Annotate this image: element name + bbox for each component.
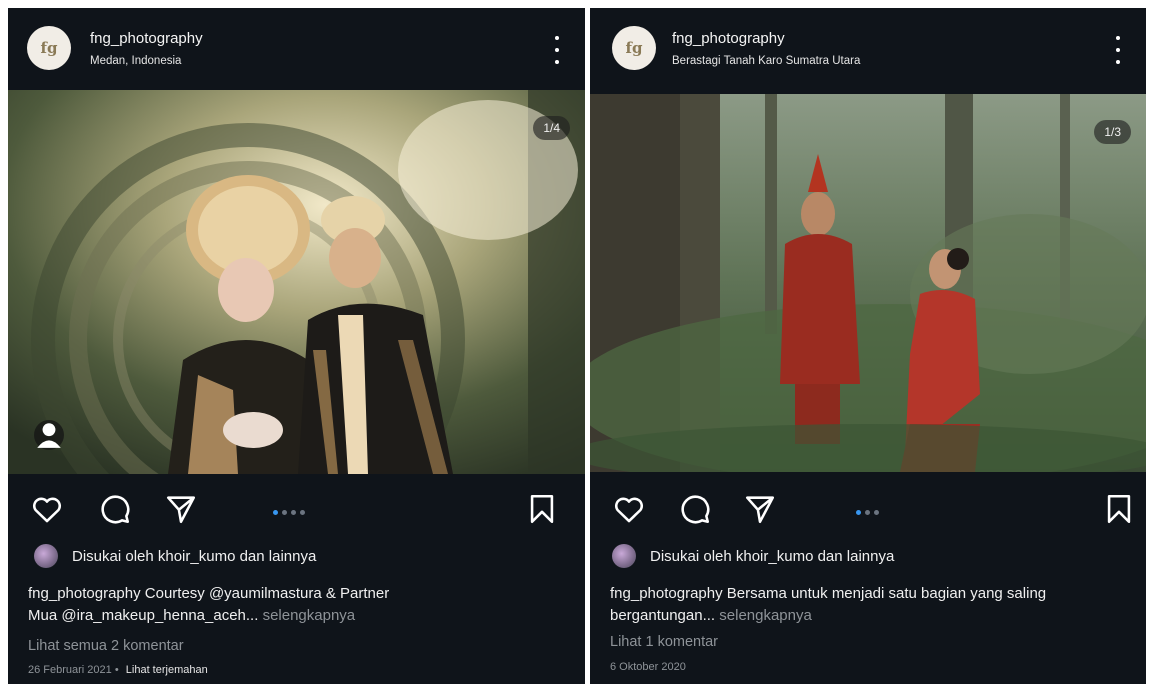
likes-text: Disukai oleh khoir_kumo dan lainnya <box>72 547 317 565</box>
profile-avatar[interactable]: fg <box>612 26 656 70</box>
translate-link[interactable]: Lihat terjemahan <box>126 664 208 676</box>
share-icon[interactable] <box>743 492 777 526</box>
caption-line: bergantungan... selengkapnya <box>610 605 1130 627</box>
caption-line: fng_photography Courtesy @yaumilmastura … <box>28 585 390 602</box>
action-bar <box>8 486 585 530</box>
carousel-dots <box>856 510 879 515</box>
liker-avatar <box>612 544 636 568</box>
caption-text: bergantungan... <box>610 607 716 624</box>
post-caption: fng_photography Courtesy @yaumilmastura … <box>28 583 569 627</box>
caption-text: Mua @ira_makeup_henna_aceh... <box>28 607 259 624</box>
likes-text: Disukai oleh khoir_kumo dan lainnya <box>650 547 895 565</box>
location-link[interactable]: Medan, Indonesia <box>90 54 203 68</box>
post-photo[interactable]: 1/4 <box>8 90 585 474</box>
post-card-1: fg fng_photography Medan, Indonesia 1/4 … <box>8 8 585 684</box>
wedding-photo <box>8 90 585 474</box>
person-tag-icon[interactable] <box>34 420 64 450</box>
caption-more-link[interactable]: selengkapnya <box>719 607 812 624</box>
separator-dot: • <box>114 664 119 676</box>
location-link[interactable]: Berastagi Tanah Karo Sumatra Utara <box>672 54 860 68</box>
post-card-2: fg fng_photography Berastagi Tanah Karo … <box>590 8 1146 684</box>
profile-avatar[interactable]: fg <box>27 26 71 70</box>
bookmark-icon[interactable] <box>525 492 559 526</box>
bookmark-icon[interactable] <box>1102 492 1136 526</box>
username-link[interactable]: fng_photography <box>90 30 203 48</box>
slide-counter: 1/3 <box>1094 120 1131 144</box>
slide-counter: 1/4 <box>533 116 570 140</box>
heart-icon[interactable] <box>30 492 64 526</box>
view-comments-link[interactable]: Lihat 1 komentar <box>610 634 718 650</box>
post-header: fg fng_photography Medan, Indonesia <box>8 8 585 90</box>
heart-icon[interactable] <box>612 492 646 526</box>
post-caption: fng_photography Bersama untuk menjadi sa… <box>610 583 1130 627</box>
post-footer: 6 Oktober 2020 <box>610 661 686 673</box>
likes-row[interactable]: Disukai oleh khoir_kumo dan lainnya <box>34 544 316 568</box>
user-info: fng_photography Berastagi Tanah Karo Sum… <box>672 30 860 68</box>
likes-row[interactable]: Disukai oleh khoir_kumo dan lainnya <box>612 544 894 568</box>
more-vertical-icon[interactable] <box>1112 36 1124 64</box>
post-photo[interactable]: 1/3 <box>590 94 1146 472</box>
caption-line: Mua @ira_makeup_henna_aceh... selengkapn… <box>28 605 569 627</box>
share-icon[interactable] <box>164 492 198 526</box>
post-date: 6 Oktober 2020 <box>610 661 686 673</box>
carousel-dots <box>273 510 305 515</box>
comment-icon[interactable] <box>678 492 712 526</box>
more-vertical-icon[interactable] <box>551 36 563 64</box>
post-date: 26 Februari 2021 <box>28 664 112 676</box>
caption-more-link[interactable]: selengkapnya <box>263 607 356 624</box>
comment-icon[interactable] <box>98 492 132 526</box>
post-header: fg fng_photography Berastagi Tanah Karo … <box>590 8 1146 90</box>
view-comments-link[interactable]: Lihat semua 2 komentar <box>28 638 184 654</box>
liker-avatar <box>34 544 58 568</box>
caption-line: fng_photography Bersama untuk menjadi sa… <box>610 585 1047 602</box>
username-link[interactable]: fng_photography <box>672 30 860 48</box>
action-bar <box>590 486 1146 530</box>
post-footer: 26 Februari 2021 • Lihat terjemahan <box>28 664 208 676</box>
forest-couple-photo <box>590 94 1146 472</box>
user-info: fng_photography Medan, Indonesia <box>90 30 203 68</box>
